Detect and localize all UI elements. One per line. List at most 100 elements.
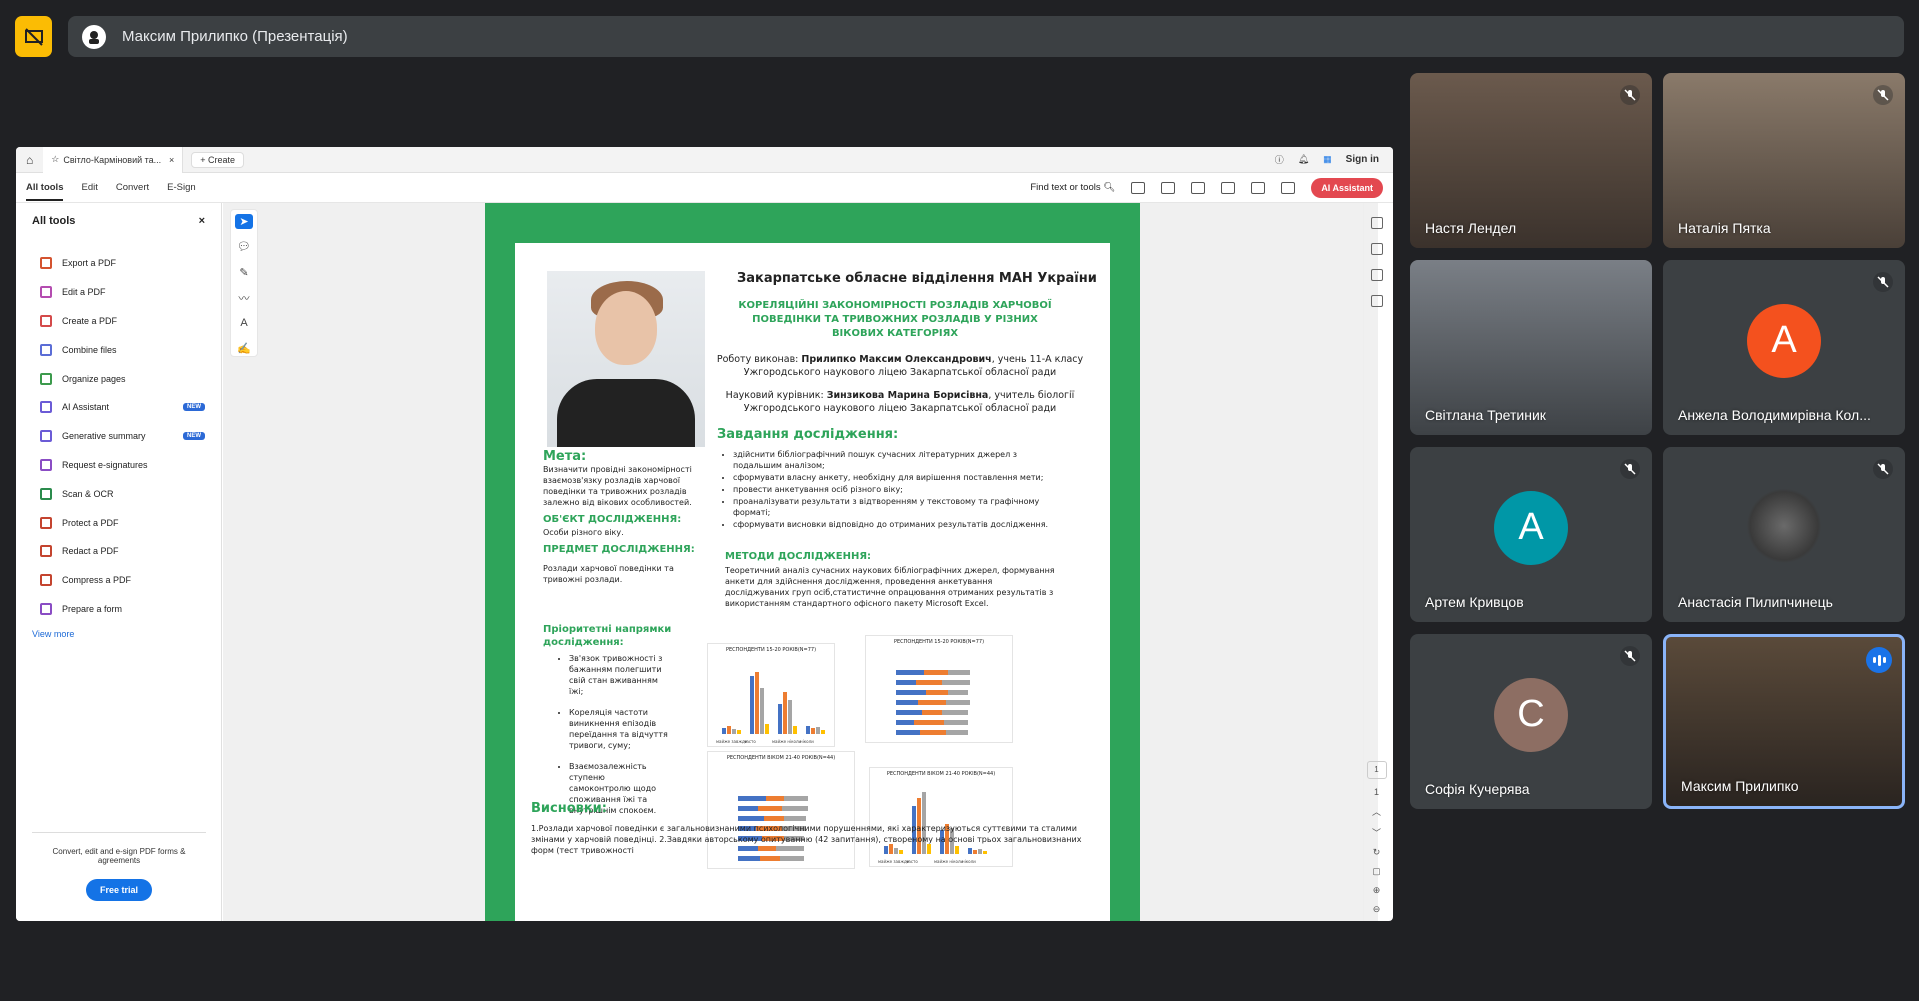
mic-muted-icon (1873, 272, 1893, 292)
conclusions-heading: Висновки: (531, 801, 607, 816)
participant-tile[interactable]: Настя Лендел (1410, 73, 1652, 248)
menu-esign[interactable]: E-Sign (167, 182, 196, 193)
speaking-indicator-icon (1866, 647, 1892, 673)
chart-bar (750, 676, 754, 734)
tool-item[interactable]: Combine files (32, 335, 205, 364)
present-off-icon (24, 27, 43, 46)
menu-all-tools[interactable]: All tools (26, 182, 64, 201)
chart-bar (778, 704, 782, 734)
text-tool-icon[interactable]: A (235, 316, 253, 331)
comment-tool-icon[interactable]: 💬︎ (235, 239, 253, 254)
list-item: сформувати висновки відповідно до отрима… (733, 519, 1055, 530)
presentation-toggle-button[interactable] (15, 16, 52, 57)
view-more-link[interactable]: View more (32, 629, 205, 639)
document-viewport[interactable]: Закарпатське обласне відділення МАН Укра… (223, 203, 1378, 921)
chart-segment (916, 680, 942, 685)
share-icon[interactable] (1221, 181, 1236, 194)
select-tool-icon[interactable]: ➤ (235, 214, 253, 230)
help-icon[interactable]: ⓘ (1275, 153, 1284, 166)
chart-segment (948, 670, 970, 675)
close-icon[interactable]: × (169, 155, 174, 165)
tool-item[interactable]: Export a PDF (32, 249, 205, 278)
participant-name: Анжела Володимирівна Кол... (1678, 407, 1871, 423)
bell-icon[interactable]: 🔔︎ (1298, 154, 1309, 165)
page-number-input[interactable]: 1 (1366, 761, 1387, 779)
tool-item[interactable]: Organize pages (32, 364, 205, 393)
save-icon[interactable] (1131, 181, 1146, 194)
chart-segment (920, 730, 946, 735)
link-icon[interactable] (1251, 181, 1266, 194)
home-icon[interactable]: ⌂ (16, 153, 43, 167)
participant-tile[interactable]: Анастасія Пилипчинець (1663, 447, 1905, 622)
chart-segment (946, 700, 970, 705)
participant-tile[interactable]: Наталія Пятка (1663, 73, 1905, 248)
tool-label: Compress a PDF (62, 575, 132, 586)
tool-icon (40, 343, 52, 356)
mail-icon[interactable] (1281, 181, 1296, 194)
browser-tab[interactable]: ☆ Світло-Карміновий та... × (43, 147, 184, 173)
ai-summary-icon[interactable] (1370, 217, 1383, 229)
chart-x-label: майже завжди (716, 739, 748, 744)
chart-segment (896, 710, 922, 715)
ai-assistant-button[interactable]: AI Assistant (1311, 177, 1383, 198)
object-text: Особи різного віку. (543, 528, 624, 537)
author-label: Роботу виконав: (716, 354, 799, 365)
tool-item[interactable]: Prepare a form (32, 595, 205, 624)
apps-grid-icon[interactable]: ▦ (1323, 154, 1332, 165)
draw-tool-icon[interactable]: 〰 (235, 290, 253, 306)
star-icon[interactable]: ☆ (51, 154, 59, 165)
tool-icon (40, 286, 52, 299)
comments-icon[interactable] (1370, 243, 1383, 255)
chart-segment (738, 796, 766, 801)
menu-edit[interactable]: Edit (81, 182, 97, 193)
tool-item[interactable]: Redact a PDF (32, 537, 205, 566)
chart-x-label: часто (744, 739, 756, 744)
participant-tile[interactable]: C Софія Кучерява (1410, 634, 1652, 809)
prev-page-icon[interactable]: ︿ (1372, 805, 1381, 818)
close-panel-icon[interactable]: × (199, 215, 205, 227)
create-tab-button[interactable]: + Create (191, 151, 245, 168)
right-rail: 1 1 ︿ ﹀ ↻ ▢ ⊕ ⊖ (1363, 203, 1389, 921)
panel-title: All tools (32, 215, 76, 227)
zoom-out-icon[interactable]: ⊖ (1373, 904, 1381, 915)
tool-item[interactable]: Edit a PDF (32, 278, 205, 307)
fit-page-icon[interactable]: ▢ (1372, 866, 1381, 877)
annotation-toolbar: ➤ 💬︎ ✎ 〰 A ✍ (230, 209, 258, 357)
tool-item[interactable]: Create a PDF (32, 307, 205, 336)
tool-item[interactable]: Request e-signatures (32, 451, 205, 480)
search-icon: 🔍︎ (1103, 182, 1116, 193)
find-tools-field[interactable]: Find text or tools 🔍︎ (1030, 182, 1115, 193)
conclusions-text: 1.Розлади харчової поведінки є загальнов… (531, 824, 1082, 855)
zoom-in-icon[interactable]: ⊕ (1373, 885, 1381, 896)
participant-name: Анастасія Пилипчинець (1678, 594, 1833, 610)
participant-tile[interactable]: Максим Прилипко (1663, 634, 1905, 809)
participant-tile[interactable]: A Артем Кривцов (1410, 447, 1652, 622)
rotate-icon[interactable]: ↻ (1373, 847, 1381, 858)
participant-avatar: C (1494, 677, 1568, 752)
sign-tool-icon[interactable]: ✍ (235, 341, 253, 356)
upload-icon[interactable] (1161, 181, 1176, 194)
new-badge: NEW (183, 403, 205, 412)
tool-item[interactable]: Compress a PDF (32, 566, 205, 595)
chart-title: РЕСПОНДЕНТИ ВІКОМ 21-40 РОКІВ(N=44) (726, 755, 836, 761)
participant-tile[interactable]: Світлана Третиник (1410, 260, 1652, 435)
tool-label: Request e-signatures (62, 459, 148, 470)
free-trial-button[interactable]: Free trial (85, 879, 153, 901)
participant-name: Світлана Третиник (1425, 407, 1546, 423)
menu-convert[interactable]: Convert (116, 182, 149, 193)
tool-item[interactable]: AI Assistant NEW (32, 393, 205, 422)
next-page-icon[interactable]: ﹀ (1372, 826, 1381, 839)
participant-tile[interactable]: A Анжела Володимирівна Кол... (1663, 260, 1905, 435)
chart-title: РЕСПОНДЕНТИ 15-20 РОКІВ(N=77) (893, 639, 985, 645)
tool-item[interactable]: Protect a PDF (32, 508, 205, 537)
chart-x-label: майже ніколи (772, 739, 802, 744)
highlight-tool-icon[interactable]: ✎ (235, 264, 253, 279)
chart-segment (896, 700, 918, 705)
tool-item[interactable]: Generative summary NEW (32, 422, 205, 451)
bookmarks-icon[interactable] (1370, 269, 1383, 281)
tool-item[interactable]: Scan & OCR (32, 479, 205, 508)
print-icon[interactable] (1191, 181, 1206, 194)
sign-in-link[interactable]: Sign in (1346, 154, 1379, 165)
pages-icon[interactable] (1370, 295, 1383, 307)
mic-muted-icon (1620, 459, 1640, 479)
